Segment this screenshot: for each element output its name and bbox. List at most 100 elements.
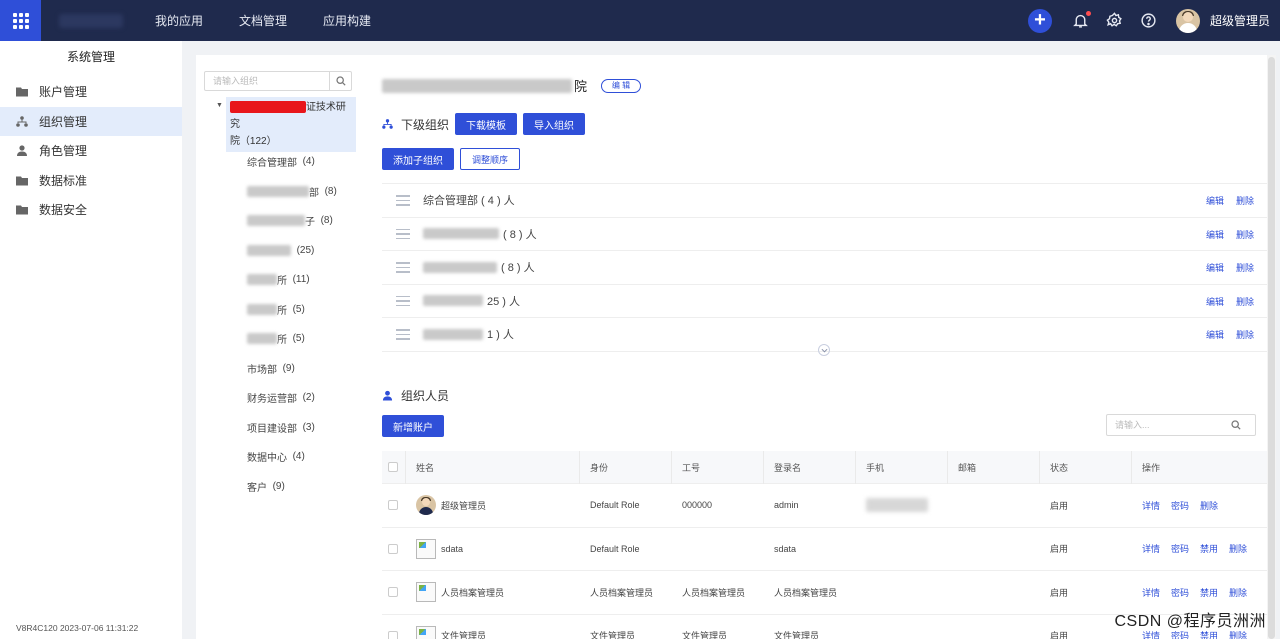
tree-node[interactable]: 部 (8) bbox=[247, 177, 337, 207]
header-ops: 操作 bbox=[1132, 450, 1268, 484]
adjust-order-button[interactable]: 调整顺序 bbox=[460, 148, 521, 170]
tree-root-count: 院（122） bbox=[229, 136, 277, 147]
tree-node[interactable]: 所 (11) bbox=[247, 265, 337, 295]
tree-node[interactable]: 所 (5) bbox=[247, 295, 337, 325]
sidebar-item-data-security[interactable]: 数据安全 bbox=[0, 195, 182, 225]
tree-node[interactable]: 客户 (9) bbox=[247, 472, 337, 502]
drag-handle-icon[interactable] bbox=[396, 329, 410, 340]
table-row: sdata Default Role sdata 启用 详情 密码 禁用 删除 bbox=[382, 528, 1268, 571]
tree-node-count: (25) bbox=[296, 244, 315, 256]
cell-login: admin bbox=[774, 500, 799, 511]
user-avatar[interactable] bbox=[1175, 8, 1200, 33]
org-tree-icon bbox=[382, 119, 393, 129]
sidebar-item-roles[interactable]: 角色管理 bbox=[0, 136, 182, 166]
edit-link[interactable]: 编辑 bbox=[1206, 328, 1224, 341]
apps-grid-icon[interactable] bbox=[0, 0, 41, 41]
bell-icon[interactable] bbox=[1070, 10, 1092, 32]
tree-node[interactable]: 综合管理部 (4) bbox=[247, 147, 337, 177]
sidebar-item-orgs[interactable]: 组织管理 bbox=[0, 106, 182, 136]
details-link[interactable]: 详情 bbox=[1142, 499, 1160, 512]
delete-link[interactable]: 删除 bbox=[1229, 542, 1247, 555]
nav-docs[interactable]: 文档管理 bbox=[239, 12, 287, 29]
disable-link[interactable]: 禁用 bbox=[1200, 542, 1218, 555]
row-checkbox[interactable] bbox=[388, 543, 398, 554]
edit-link[interactable]: 编辑 bbox=[1206, 228, 1224, 241]
nav-app-build[interactable]: 应用构建 bbox=[323, 12, 371, 29]
password-link[interactable]: 密码 bbox=[1171, 542, 1189, 555]
drag-handle-icon[interactable] bbox=[396, 228, 410, 239]
delete-link[interactable]: 删除 bbox=[1200, 499, 1218, 512]
tree-node[interactable]: 财务运营部 (2) bbox=[247, 383, 337, 413]
add-account-button[interactable]: 新增账户 bbox=[382, 415, 444, 437]
search-icon[interactable] bbox=[1231, 420, 1241, 430]
drag-handle-icon[interactable] bbox=[396, 295, 410, 306]
delete-link[interactable]: 删除 bbox=[1236, 295, 1254, 308]
sidebar-item-label: 数据标准 bbox=[39, 173, 88, 188]
edit-link[interactable]: 编辑 bbox=[1206, 194, 1224, 207]
tree-root-node[interactable]: 证技术研究 院（122） bbox=[225, 97, 356, 152]
edit-link[interactable]: 编辑 bbox=[1206, 295, 1224, 308]
avatar bbox=[416, 495, 436, 516]
add-child-org-button[interactable]: 添加子组织 bbox=[382, 148, 454, 170]
edit-org-button[interactable]: 编 辑 bbox=[601, 78, 642, 93]
gear-icon[interactable] bbox=[1104, 10, 1126, 32]
download-template-button[interactable]: 下载模板 bbox=[455, 113, 518, 135]
avatar-broken-image bbox=[416, 582, 436, 603]
user-name[interactable]: 超级管理员 bbox=[1210, 12, 1270, 29]
password-link[interactable]: 密码 bbox=[1171, 586, 1189, 599]
folder-icon bbox=[16, 87, 28, 97]
tree-node-count: (2) bbox=[302, 392, 315, 404]
drag-handle-icon[interactable] bbox=[396, 262, 410, 273]
delete-link[interactable]: 删除 bbox=[1236, 194, 1254, 207]
tree-node[interactable]: 项目建设部 (3) bbox=[247, 413, 337, 443]
row-checkbox[interactable] bbox=[388, 630, 398, 639]
help-icon[interactable] bbox=[1138, 10, 1160, 32]
tree-node-label: 财务运营部 bbox=[247, 394, 297, 406]
edit-link[interactable]: 编辑 bbox=[1206, 261, 1224, 274]
table-row: 超级管理员 Default Role 000000 admin 启用 详情 密码… bbox=[382, 484, 1268, 528]
select-all-checkbox[interactable] bbox=[388, 462, 398, 472]
avatar-broken-image bbox=[416, 625, 436, 639]
tree-node[interactable]: (25) bbox=[247, 236, 337, 266]
search-icon[interactable] bbox=[329, 72, 351, 90]
list-item: 25 ) 人 编辑 删除 bbox=[382, 285, 1268, 318]
tree-node[interactable]: 子 (8) bbox=[247, 206, 337, 236]
caret-down-icon[interactable]: ▼ bbox=[216, 102, 223, 109]
delete-link[interactable]: 删除 bbox=[1229, 586, 1247, 599]
plus-icon[interactable]: + bbox=[1027, 8, 1052, 33]
details-link[interactable]: 详情 bbox=[1142, 542, 1160, 555]
nav-my-apps[interactable]: 我的应用 bbox=[155, 12, 203, 29]
cell-status: 启用 bbox=[1050, 544, 1069, 555]
chevron-down-icon[interactable] bbox=[818, 344, 830, 356]
delete-link[interactable]: 删除 bbox=[1236, 261, 1254, 274]
tree-node[interactable]: 数据中心 (4) bbox=[247, 442, 337, 472]
tree-node-label: 所 bbox=[277, 335, 287, 347]
delete-link[interactable]: 删除 bbox=[1236, 228, 1254, 241]
row-checkbox[interactable] bbox=[388, 500, 398, 511]
org-search-input[interactable] bbox=[205, 76, 329, 86]
scrollbar[interactable] bbox=[1267, 55, 1276, 639]
sidebar-item-data-standard[interactable]: 数据标准 bbox=[0, 166, 182, 196]
sidebar-item-accounts[interactable]: 账户管理 bbox=[0, 77, 182, 107]
disable-link[interactable]: 禁用 bbox=[1200, 586, 1218, 599]
details-link[interactable]: 详情 bbox=[1142, 586, 1160, 599]
cell-login: 文件管理员 bbox=[774, 631, 820, 639]
org-tree-children: 综合管理部 (4) 部 (8) 子 (8) (25) 所 (11) 所 (5) … bbox=[247, 147, 337, 501]
row-checkbox[interactable] bbox=[388, 587, 398, 598]
tree-node[interactable]: 所 (5) bbox=[247, 324, 337, 354]
blurred-text bbox=[423, 228, 499, 240]
password-link[interactable]: 密码 bbox=[1171, 499, 1189, 512]
import-org-button[interactable]: 导入组织 bbox=[523, 113, 586, 135]
scrollbar-thumb[interactable] bbox=[1268, 57, 1275, 639]
delete-link[interactable]: 删除 bbox=[1236, 328, 1254, 341]
blurred-text bbox=[423, 295, 483, 307]
drag-handle-icon[interactable] bbox=[396, 195, 410, 206]
people-search-input[interactable] bbox=[1107, 420, 1231, 430]
tree-node-label: 数据中心 bbox=[247, 453, 287, 465]
blurred-text bbox=[247, 333, 277, 345]
list-item: ( 8 ) 人 编辑 删除 bbox=[382, 218, 1268, 251]
org-search bbox=[204, 71, 352, 91]
tree-node[interactable]: 市场部 (9) bbox=[247, 354, 337, 384]
section-title: 下级组织 bbox=[401, 117, 450, 132]
cell-name: 超级管理员 bbox=[441, 500, 487, 511]
